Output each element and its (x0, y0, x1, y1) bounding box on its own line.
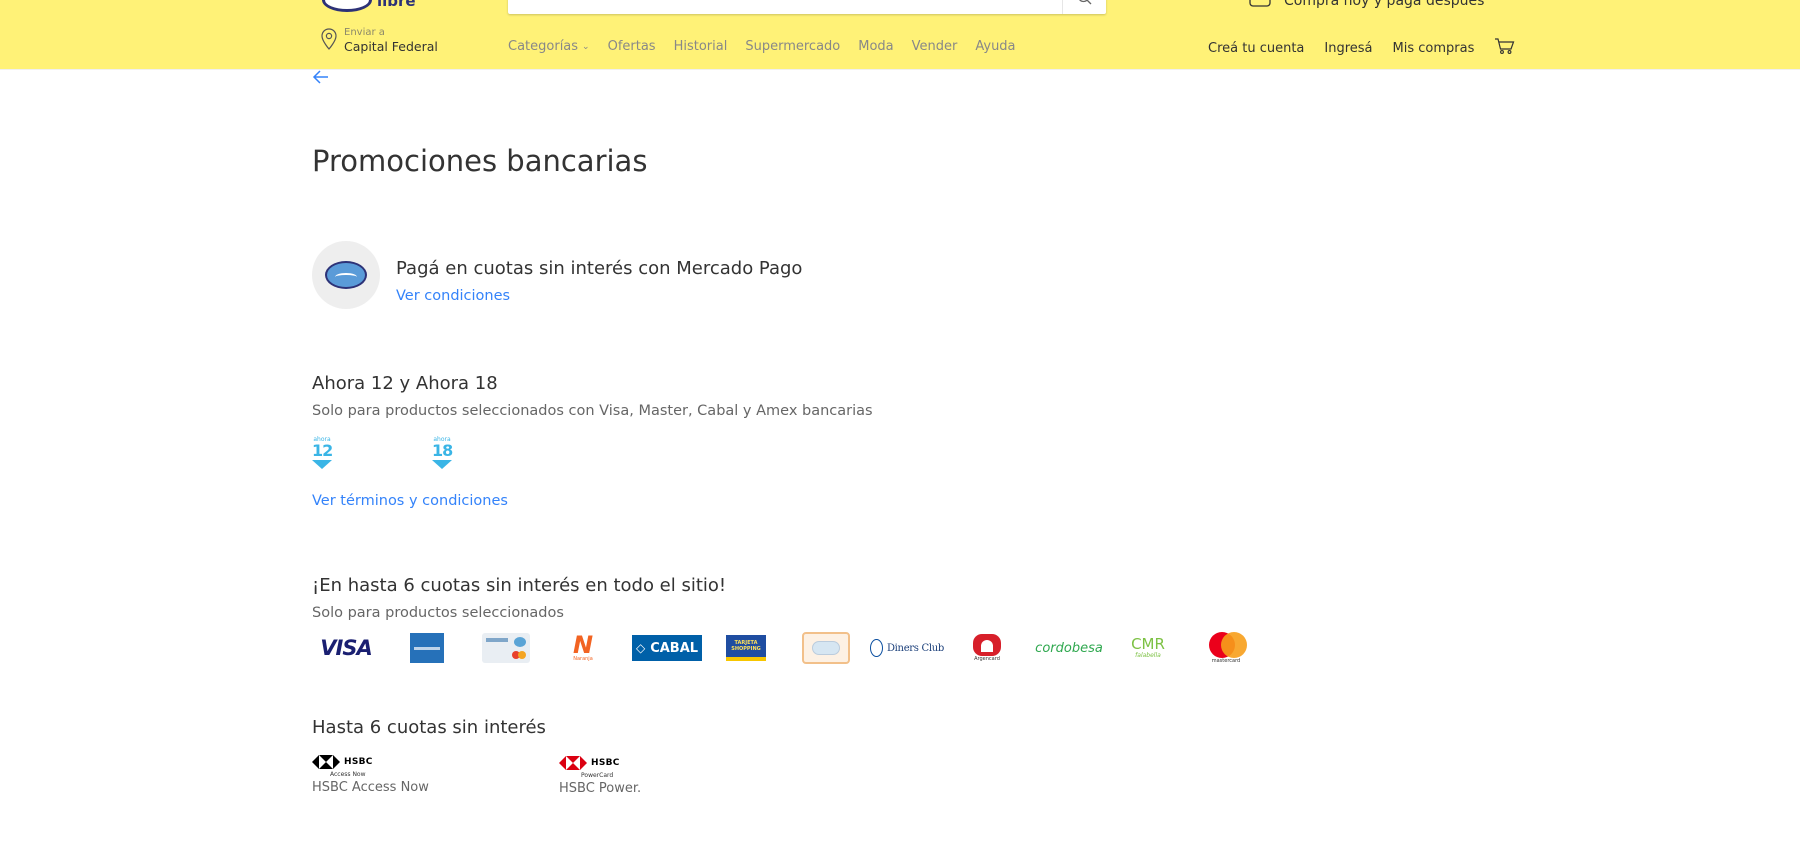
create-account-link[interactable]: Creá tu cuenta (1208, 41, 1304, 56)
logo-text: libre (377, 0, 416, 10)
chevron-down-icon: ⌄ (582, 41, 590, 52)
tarjeta-shopping-logo: TARJETA SHOPPING (726, 630, 766, 666)
mercadopago-logo (312, 241, 380, 309)
location-label: Enviar a (344, 27, 385, 38)
my-purchases-link[interactable]: Mis compras (1393, 41, 1475, 56)
argencard-logo: Argencard (970, 630, 1004, 666)
tarjeta-generic-logo (482, 630, 530, 666)
visa-logo: VISA (320, 636, 372, 660)
logo-handshake-icon (322, 0, 372, 12)
shipping-location[interactable]: Enviar a Capital Federal (320, 27, 438, 54)
main-nav: Categorías ⌄ Ofertas Historial Supermerca… (508, 39, 1016, 54)
diners-club-logo: Diners Club (870, 630, 944, 666)
login-link[interactable]: Ingresá (1324, 41, 1372, 56)
ahora-12-badge: ahora 12 (312, 436, 333, 472)
mercadolibre-logo[interactable]: libre (322, 0, 432, 14)
six-cuotas-title: ¡En hasta 6 cuotas sin interés en todo e… (312, 575, 727, 596)
mercadopago-title: Pagá en cuotas sin interés con Mercado P… (396, 258, 803, 279)
nav-vender[interactable]: Vender (912, 39, 958, 54)
search-icon (1079, 0, 1092, 5)
page-title: Promociones bancarias (312, 144, 648, 178)
nav-moda[interactable]: Moda (858, 39, 893, 54)
nav-historial[interactable]: Historial (674, 39, 728, 54)
cordobesa-logo: cordobesa (1035, 640, 1103, 656)
hsbc-power-label: HSBC Power. (559, 781, 642, 796)
ahora-18-badge: ahora 18 (432, 436, 453, 472)
header-promo-text: Comprá hoy y pagá después (1284, 0, 1485, 9)
amex-logo (410, 630, 444, 666)
naranja-logo: N Naranja (572, 631, 594, 662)
cmr-falabella-logo: CMR falabella (1131, 635, 1165, 660)
back-arrow-icon[interactable] (310, 68, 332, 86)
nav-supermercado[interactable]: Supermercado (745, 39, 840, 54)
search-input[interactable] (508, 0, 1106, 14)
search-button[interactable] (1062, 0, 1106, 14)
hsbc-title: Hasta 6 cuotas sin interés (312, 717, 546, 738)
location-value: Capital Federal (344, 39, 438, 54)
ahora-subtitle: Solo para productos seleccionados con Vi… (312, 403, 873, 419)
nav-categorias[interactable]: Categorías ⌄ (508, 39, 590, 54)
hsbc-access-now-label: HSBC Access Now (312, 780, 429, 795)
six-cuotas-subtitle: Solo para productos seleccionados (312, 605, 564, 621)
handshake-icon (325, 261, 367, 289)
header-promo[interactable]: Comprá hoy y pagá después (1248, 0, 1485, 9)
calendar-card-icon (1249, 0, 1271, 7)
user-nav: Creá tu cuenta Ingresá Mis compras (1208, 37, 1516, 57)
nav-ayuda[interactable]: Ayuda (975, 39, 1015, 54)
cart-icon[interactable] (1494, 37, 1516, 55)
tarjeta-orange-logo (802, 630, 850, 666)
cabal-logo: ◇ CABAL (632, 630, 702, 666)
hsbc-hexagon-icon (312, 755, 340, 769)
hsbc-power: HSBC PowerCard HSBC Power. (559, 756, 642, 796)
hsbc-hexagon-icon (559, 756, 587, 770)
location-pin-icon (321, 28, 337, 50)
mastercard-logo: mastercard (1204, 630, 1248, 666)
mercadopago-conditions-link[interactable]: Ver condiciones (396, 288, 510, 304)
header: libre Comprá hoy y pagá después Enviar a… (0, 0, 1800, 69)
nav-ofertas[interactable]: Ofertas (608, 39, 656, 54)
hsbc-access-now: HSBC Access Now HSBC Access Now (312, 755, 429, 795)
ahora-terms-link[interactable]: Ver términos y condiciones (312, 493, 508, 509)
ahora-title: Ahora 12 y Ahora 18 (312, 373, 498, 394)
